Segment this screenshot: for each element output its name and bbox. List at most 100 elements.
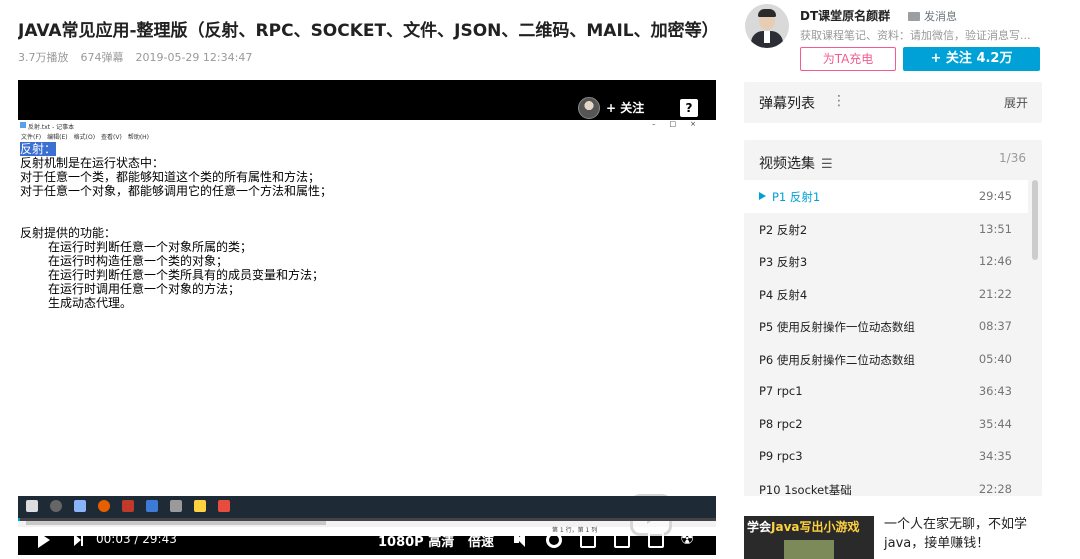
episode-label: P4 反射4 [759,287,807,303]
episode-item[interactable]: P1 反射1 29:45 [744,180,1028,213]
ad-thumbnail[interactable]: 学会Java写出小游戏 [744,516,874,559]
notepad-menu-item: 格式(O) [73,134,96,141]
episode-item[interactable]: P10 1socket基础 22:28 [744,473,1028,497]
episode-panel-title: 视频选集 ☰ [759,153,833,173]
episode-item[interactable]: P5 使用反射操作一位动态数组 08:37 [744,310,1028,343]
video-page: JAVA常见应用-整理版（反射、RPC、SOCKET、文件、JSON、二维码、M… [0,0,1080,559]
ad-thumbnail-prefix: 学会 [747,520,772,534]
quality-button[interactable]: 1080P 高清 [378,531,454,550]
episode-label: P9 rpc3 [759,449,803,463]
episode-label: P10 1socket基础 [759,482,852,497]
episode-label-text: P6 使用反射操作二位动态数组 [759,352,915,367]
notepad-line: 生成动态代理。 [20,296,710,310]
more-icon[interactable]: ⋮ [832,93,846,109]
episode-label-text: P2 反射2 [759,222,808,237]
episode-label: P1 反射1 [759,189,820,205]
progress-fill [18,518,20,521]
episode-item[interactable]: P4 反射4 21:22 [744,278,1028,311]
notepad-line: 对于任意一个对象，都能够调用它的任意一个方法和属性； [20,184,710,198]
player-controls: 00:03 / 29:43 1080P 高清 倍速 [18,523,716,555]
fullscreen-icon[interactable] [680,529,696,548]
notepad-menu: 文件(F) 编辑(E) 格式(O) 查看(V) 帮助(H) [21,132,155,141]
next-episode-icon[interactable] [74,534,83,546]
uploader-name[interactable]: DT课堂原名颜群 [800,7,890,24]
ad-text[interactable]: 一个人在家无聊，不如学java，接单赚钱！ [884,515,1044,553]
episode-label: P3 反射3 [759,254,807,270]
search-icon [50,500,62,512]
episode-count: 1/36 [999,151,1026,165]
episode-duration: 13:51 [978,221,1012,236]
picture-in-picture-icon[interactable] [580,532,596,548]
list-icon: ☰ [821,157,833,172]
notepad-line-text: 对于任意一个对象，都能够调用它的任意一个方法和属性； [20,184,333,198]
publish-date: 2019-05-29 12:34:47 [135,51,253,64]
app-icon [170,500,182,512]
notepad-icon [20,122,26,128]
uploader-avatar[interactable] [745,4,789,48]
notepad-line: 在运行时判断任意一个对象所属的类； [20,240,710,254]
episode-item[interactable]: P7 rpc1 36:43 [744,375,1028,408]
app-icon [194,500,206,512]
windows-start-icon [26,500,38,512]
notepad-line: 在运行时构造任意一个类的对象； [20,254,710,268]
episode-label-text: P10 1socket基础 [759,482,852,497]
episode-label-text: P7 rpc1 [759,384,803,398]
task-view-icon [74,500,86,512]
notepad-menu-item: 查看(V) [101,134,122,141]
episode-label: P5 使用反射操作一位动态数组 [759,319,915,335]
episode-duration: 36:43 [978,384,1012,398]
notepad-line-text: 对于任意一个类，都能够知道这个类的所有属性和方法； [20,170,321,184]
mail-icon [908,12,920,21]
web-fullscreen-icon[interactable] [648,532,664,548]
time-display: 00:03 / 29:43 [96,532,177,546]
notepad-menu-item: 文件(F) [21,134,42,141]
episode-label: P8 rpc2 [759,417,803,431]
expand-button[interactable]: 展开 [1004,94,1028,111]
player-follow-button[interactable]: + 关注 [606,99,644,116]
episode-label-text: P4 反射4 [759,287,808,302]
widescreen-icon[interactable] [614,532,630,548]
notepad-line-text: 在运行时判断任意一个对象所属的类； [48,240,253,254]
video-meta: 3.7万播放 674弹幕 2019-05-29 12:34:47 [18,49,264,65]
notepad-line: 在运行时判断任意一个类所具有的成员变量和方法； [20,268,710,282]
episode-scrollbar[interactable] [1032,180,1038,260]
episode-item[interactable]: P6 使用反射操作二位动态数组 05:40 [744,343,1028,376]
episode-item[interactable]: P2 反射2 13:51 [744,213,1028,246]
progress-bar[interactable] [18,518,716,521]
player-uploader-avatar[interactable] [578,97,600,119]
settings-icon[interactable] [546,532,562,548]
speed-button[interactable]: 倍速 [468,531,494,550]
episode-item[interactable]: P9 rpc3 34:35 [744,440,1028,473]
app-icon [122,500,134,512]
folder-icon [146,500,158,512]
episode-list: P1 反射1 29:45 P2 反射2 13:51 P3 反射3 12:46 P4 反射4 2… [744,180,1028,496]
ad-thumbnail-text: 学会Java写出小游戏 [747,518,860,535]
charge-button[interactable]: 为TA充电 [800,47,896,71]
episode-duration: 29:45 [978,189,1012,203]
episode-label-text: P1 反射1 [772,190,821,204]
firefox-icon [98,500,110,512]
window-controls: –□× [652,120,710,128]
episode-label: P6 使用反射操作二位动态数组 [759,352,915,368]
episode-duration: 22:28 [978,481,1012,496]
episode-item[interactable]: P3 反射3 12:46 [744,245,1028,278]
episode-duration: 34:35 [978,449,1012,463]
notepad-line: 对于任意一个类，都能够知道这个类的所有属性和方法； [20,170,710,184]
notepad-titlebar: 反射.txt - 记事本 –□× [18,120,716,131]
notepad-content: 反射： 反射机制是在运行状态中： 对于任意一个类，都能够知道这个类的所有属性和方法；… [20,142,710,310]
episode-panel: 视频选集 ☰ 1/36 P1 反射1 29:45 P2 反射2 13:51 P3 反射3 1… [744,140,1042,496]
play-count: 3.7万播放 [18,51,69,64]
episode-label-text: P3 反射3 [759,255,808,269]
notepad-line: 反射提供的功能： [20,226,710,240]
follow-button[interactable]: + 关注 4.2万 [903,47,1040,71]
play-icon[interactable] [38,532,50,548]
uploader-description: 获取课程笔记、资料：请加微信，验证消息写... [800,29,1031,42]
notepad-menu-item: 帮助(H) [127,134,150,141]
danmaku-count: 674弹幕 [80,51,124,64]
send-message-link[interactable]: 发消息 [908,8,957,24]
volume-icon[interactable] [514,532,530,548]
episode-duration: 05:40 [978,351,1012,366]
help-icon[interactable]: ? [680,99,698,117]
episode-item[interactable]: P8 rpc2 35:44 [744,408,1028,441]
video-player[interactable]: + 关注 ? 反射.txt - 记事本 –□× 文件(F) 编辑(E) 格式(O) 查… [18,80,716,555]
